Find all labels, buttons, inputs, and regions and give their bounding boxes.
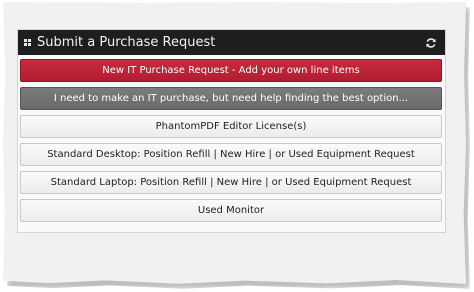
purchase-request-panel: Submit a Purchase Request New IT Purchas… [17, 29, 446, 233]
refresh-icon[interactable] [425, 37, 437, 49]
help-finding-option-button[interactable]: I need to make an IT purchase, but need … [20, 87, 442, 110]
screenshot-canvas: Submit a Purchase Request New IT Purchas… [0, 0, 474, 292]
grid-icon [24, 39, 31, 46]
used-monitor-button[interactable]: Used Monitor [20, 199, 442, 222]
panel-header: Submit a Purchase Request [18, 30, 445, 55]
standard-desktop-button[interactable]: Standard Desktop: Position Refill | New … [20, 143, 442, 166]
standard-laptop-button[interactable]: Standard Laptop: Position Refill | New H… [20, 171, 442, 194]
new-it-purchase-request-button[interactable]: New IT Purchase Request - Add your own l… [20, 59, 442, 82]
panel-title: Submit a Purchase Request [37, 35, 216, 50]
request-button-list: New IT Purchase Request - Add your own l… [18, 55, 445, 222]
phantompdf-license-button[interactable]: PhantomPDF Editor License(s) [20, 115, 442, 138]
